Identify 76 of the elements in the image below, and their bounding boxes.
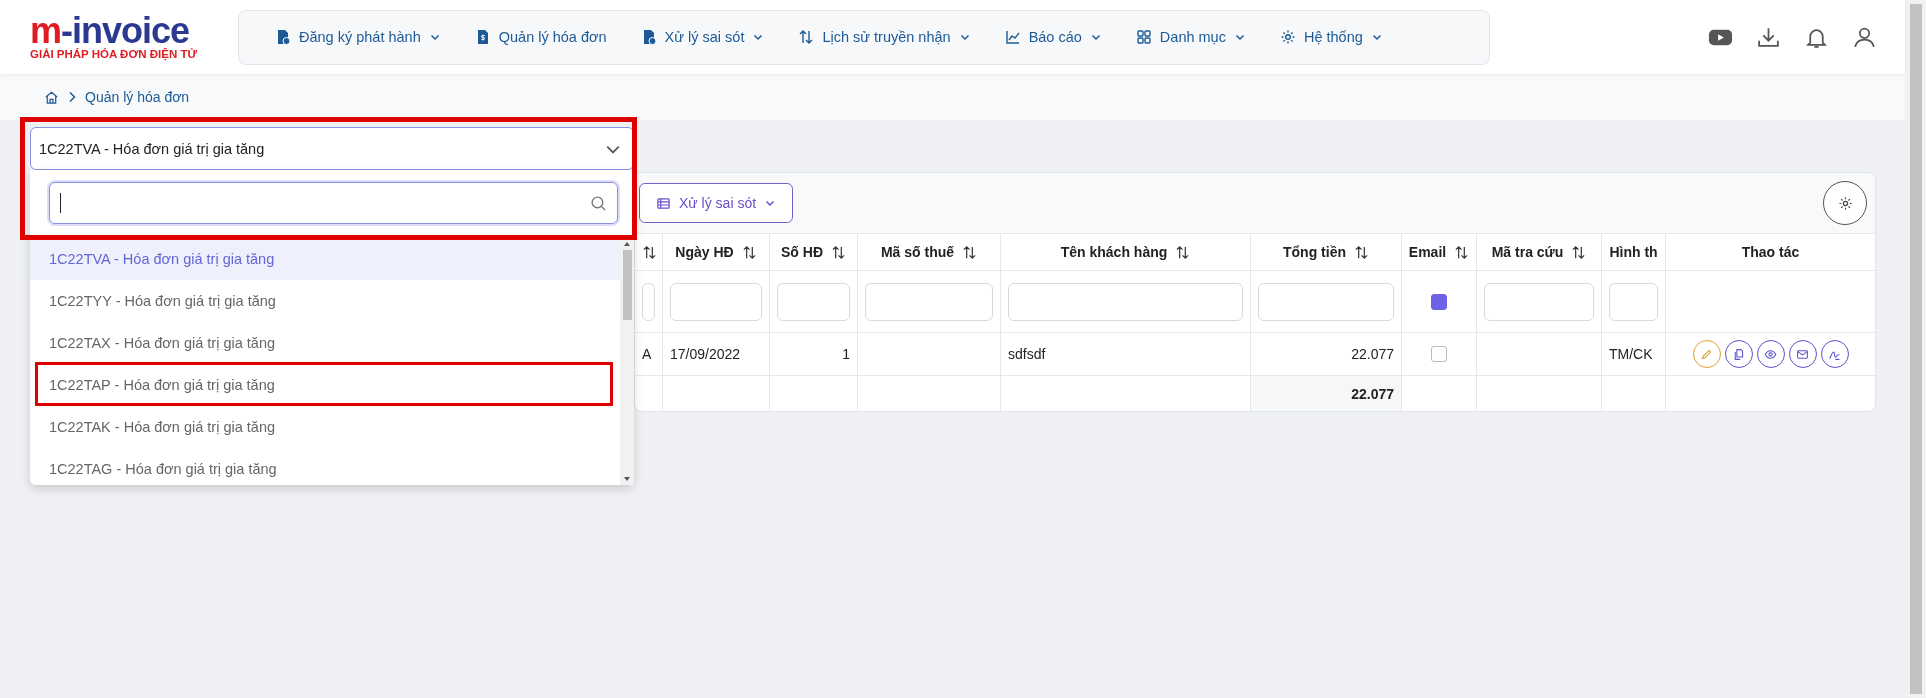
column-header[interactable]: Tổng tiền	[1251, 234, 1402, 270]
filter-input[interactable]	[670, 282, 762, 321]
filter-checkbox[interactable]	[1431, 293, 1447, 310]
sort-arrows-icon	[798, 29, 815, 45]
search-icon	[590, 194, 607, 212]
dropdown-option[interactable]: 1C22TAX - Hóa đơn giá trị gia tăng	[30, 322, 620, 364]
nav-menu-item[interactable]: Lịch sử truyền nhận	[784, 23, 985, 51]
sort-icon	[642, 244, 657, 260]
pencil-button[interactable]	[1692, 340, 1721, 368]
column-header[interactable]: Ngày HĐ	[663, 234, 770, 270]
column-header[interactable]: Thao tác	[1666, 234, 1875, 270]
breadcrumb-link[interactable]: Quản lý hóa đơn	[85, 89, 190, 105]
eye-button[interactable]	[1756, 340, 1785, 368]
table-cell: A	[642, 346, 652, 362]
email-checkbox[interactable]	[1431, 346, 1447, 362]
table-cell: TM/CK	[1609, 346, 1653, 362]
column-header[interactable]: Hình th	[1602, 234, 1666, 270]
filter-input[interactable]	[642, 282, 655, 321]
dropdown-option[interactable]: 1C22TYY - Hóa đơn giá trị gia tăng	[30, 280, 620, 322]
mail-icon	[1796, 347, 1809, 361]
table-cell: 17/09/2022	[670, 346, 741, 362]
nav-menu-item[interactable]: Đăng ký phát hành	[261, 23, 455, 51]
nav-menu-item[interactable]: Xử lý sai sót	[626, 23, 779, 51]
search-field[interactable]	[49, 182, 618, 224]
dropdown-option[interactable]: 1C22TAK - Hóa đơn giá trị gia tăng	[30, 406, 620, 448]
settings-button[interactable]	[1823, 181, 1867, 225]
chart-icon	[1004, 29, 1021, 45]
dropdown-option[interactable]: 1C22TAG - Hóa đơn giá trị gia tăng	[30, 448, 620, 485]
total-amount: 22.077	[1351, 385, 1394, 402]
column-header[interactable]: Mã tra cứu	[1477, 234, 1602, 270]
dropdown-option[interactable]: 1C22TAP - Hóa đơn giá trị gia tăng	[30, 364, 620, 406]
table-cell: 1	[842, 346, 850, 362]
scrollbar[interactable]	[620, 238, 634, 485]
sign-button[interactable]	[1820, 340, 1849, 368]
pencil-icon	[1700, 347, 1713, 361]
filter-input[interactable]	[1008, 282, 1243, 321]
copy-button[interactable]	[1724, 340, 1753, 368]
filter-input[interactable]	[865, 282, 993, 321]
sort-icon	[962, 244, 978, 260]
copy-icon	[1732, 347, 1745, 361]
list-icon	[656, 195, 671, 211]
home-icon[interactable]	[44, 89, 59, 105]
logo-tagline: GIẢI PHÁP HÓA ĐƠN ĐIỆN TỬ	[30, 48, 197, 60]
mail-button[interactable]	[1788, 340, 1817, 368]
filter-input[interactable]	[777, 282, 850, 321]
filter-input[interactable]	[1609, 282, 1658, 321]
filter-input[interactable]	[1258, 282, 1394, 321]
error-handling-button[interactable]: Xử lý sai sót	[639, 183, 794, 223]
nav-menu-item[interactable]: Hệ thống	[1265, 23, 1397, 51]
scrollbar[interactable]	[1905, 0, 1926, 698]
filter-input[interactable]	[1484, 282, 1594, 321]
sort-icon	[741, 244, 757, 260]
column-header[interactable]: Mã số thuế	[858, 234, 1001, 270]
nav-menu-item[interactable]: Danh mục	[1121, 23, 1260, 51]
eye-icon	[1764, 347, 1777, 361]
column-header[interactable]: Số HĐ	[770, 234, 858, 270]
sort-icon	[1175, 244, 1191, 260]
settings-icon	[1837, 195, 1853, 211]
settings-icon	[1279, 29, 1296, 45]
table-cell: sdfsdf	[1008, 346, 1046, 362]
text-cursor	[60, 193, 61, 213]
column-header[interactable]: Tên khách hàng	[1001, 234, 1251, 270]
nav-menu-item[interactable]: Quản lý hóa đơn	[460, 23, 621, 51]
series-select[interactable]: 1C22TVA - Hóa đơn giá trị gia tăng	[30, 127, 634, 170]
sort-icon	[1571, 244, 1587, 260]
chevron-right-icon	[67, 91, 77, 103]
sort-icon	[1454, 244, 1470, 260]
dropdown-option[interactable]: 1C22TVA - Hóa đơn giá trị gia tăng	[30, 238, 620, 280]
column-header[interactable]: Email	[1402, 234, 1477, 270]
logo-wordmark: m-invoice	[30, 14, 190, 48]
sort-icon	[1354, 244, 1369, 260]
nav-menu-item[interactable]: Báo cáo	[990, 23, 1116, 51]
sort-icon	[831, 244, 846, 260]
grid-icon	[1135, 29, 1152, 45]
table-cell: 22.077	[1351, 346, 1394, 362]
document-icon	[275, 29, 291, 45]
